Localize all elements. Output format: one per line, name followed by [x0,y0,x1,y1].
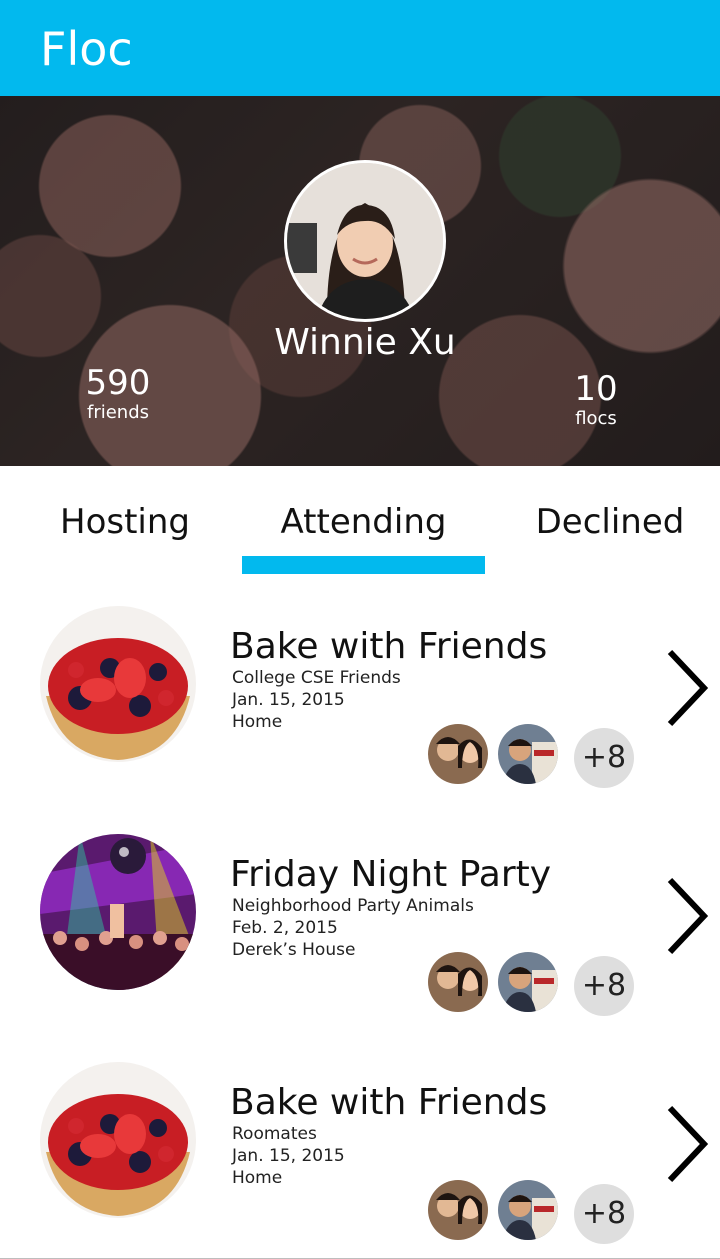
event-row[interactable]: Bake with Friends Roomates Jan. 15, 2015… [0,1030,720,1259]
attendee-avatar[interactable] [428,724,488,784]
chevron-right-icon[interactable] [660,648,710,728]
tab-bar: Hosting Attending Declined [0,466,720,575]
app-title: Floc [40,22,133,76]
profile-name: Winnie Xu [274,322,456,363]
tab-declined[interactable]: Declined [520,502,700,542]
event-date: Feb. 2, 2015 [232,918,338,938]
event-title: Bake with Friends [230,626,548,667]
friends-count: 590 [85,363,151,403]
event-image [40,1062,196,1218]
event-group: Neighborhood Party Animals [232,896,474,916]
event-location: Derek’s House [232,940,356,960]
attendee-avatar[interactable] [428,952,488,1012]
attendee-avatar[interactable] [498,952,558,1012]
tab-attending[interactable]: Attending [242,502,485,542]
event-location: Home [232,1168,283,1188]
more-attendees-badge[interactable]: +8 [574,728,634,788]
profile-header: Winnie Xu 590 friends 10 flocs [0,96,720,466]
event-date: Jan. 15, 2015 [232,1146,345,1166]
event-image [40,834,196,990]
chevron-right-icon[interactable] [660,1104,710,1184]
event-title: Friday Night Party [230,854,552,895]
friends-label: friends [86,402,150,423]
attendee-avatar[interactable] [428,1180,488,1240]
event-location: Home [232,712,283,732]
flocs-count: 10 [574,369,618,409]
app-bar: Floc [0,0,720,96]
event-row[interactable]: Friday Night Party Neighborhood Party An… [0,802,720,1031]
more-attendees-badge[interactable]: +8 [574,1184,634,1244]
event-group: Roomates [232,1124,317,1144]
event-group: College CSE Friends [232,668,401,688]
flocs-label: flocs [575,408,617,429]
event-row[interactable]: Bake with Friends College CSE Friends Ja… [0,574,720,803]
chevron-right-icon[interactable] [660,876,710,956]
event-title: Bake with Friends [230,1082,548,1123]
event-image [40,606,196,762]
active-tab-indicator [242,556,485,574]
tab-hosting[interactable]: Hosting [40,502,210,542]
attendee-avatar[interactable] [498,1180,558,1240]
more-attendees-badge[interactable]: +8 [574,956,634,1016]
friends-stat[interactable]: 590 friends [78,364,158,424]
event-date: Jan. 15, 2015 [232,690,345,710]
profile-avatar[interactable] [284,160,446,322]
flocs-stat[interactable]: 10 flocs [556,370,636,430]
attendee-avatar[interactable] [498,724,558,784]
